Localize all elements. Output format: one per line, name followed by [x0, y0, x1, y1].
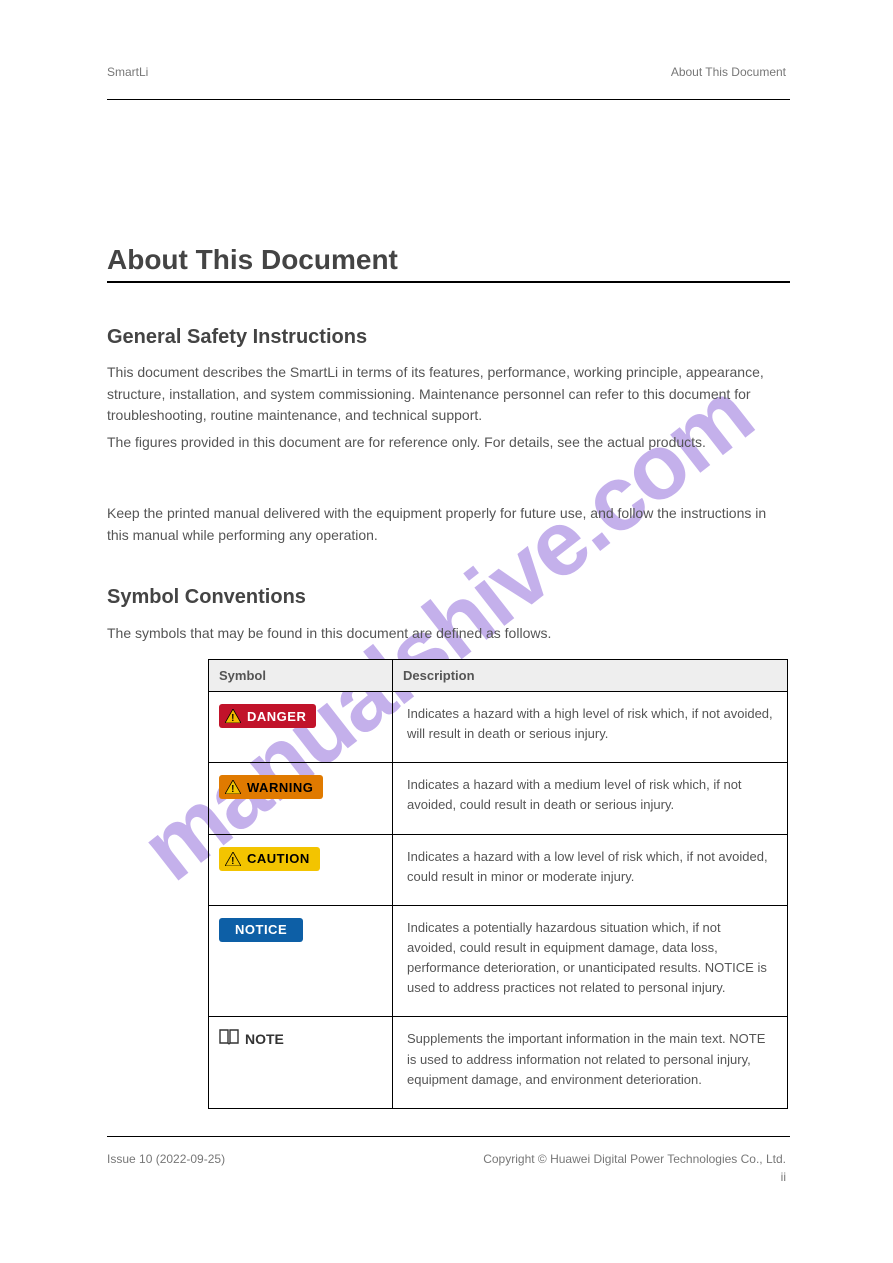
header-left-text: SmartLi [107, 65, 148, 79]
badge-notice: NOTICE [219, 918, 303, 942]
th-description: Description [393, 660, 788, 692]
footer-rule [107, 1136, 790, 1137]
badge-caution-label: CAUTION [247, 851, 310, 866]
general-para-2: The figures provided in this document ar… [107, 432, 790, 454]
chapter-title: About This Document [107, 244, 398, 276]
chapter-rule [107, 281, 790, 283]
badge-caution: ! CAUTION [219, 847, 320, 871]
badge-warning-label: WARNING [247, 780, 313, 795]
cell-symbol-notice: NOTICE [209, 905, 393, 1017]
svg-text:!: ! [231, 713, 235, 723]
badge-danger-label: DANGER [247, 709, 306, 724]
book-icon [219, 1029, 239, 1048]
table-row: ! WARNING Indicates a hazard with a medi… [209, 763, 788, 834]
table-row: NOTE Supplements the important informati… [209, 1017, 788, 1108]
cell-symbol-danger: ! DANGER [209, 692, 393, 763]
cell-symbol-note: NOTE [209, 1017, 393, 1108]
cell-desc-caution: Indicates a hazard with a low level of r… [393, 834, 788, 905]
section-symbols-title: Symbol Conventions [107, 586, 306, 609]
warning-triangle-icon: ! [225, 709, 241, 723]
section-general-title: General Safety Instructions [107, 326, 367, 349]
cell-symbol-warning: ! WARNING [209, 763, 393, 834]
svg-text:!: ! [231, 784, 235, 794]
table-row: ! CAUTION Indicates a hazard with a low … [209, 834, 788, 905]
badge-warning: ! WARNING [219, 775, 323, 799]
footer-copyright: Copyright © Huawei Digital Power Technol… [483, 1152, 786, 1166]
badge-note-label: NOTE [245, 1031, 284, 1047]
svg-text:!: ! [231, 856, 235, 866]
symbols-intro: The symbols that may be found in this do… [107, 623, 790, 645]
footer-issue: Issue 10 (2022-09-25) [107, 1152, 225, 1166]
cell-desc-warning: Indicates a hazard with a medium level o… [393, 763, 788, 834]
warning-triangle-icon: ! [225, 780, 241, 794]
badge-note: NOTE [219, 1029, 284, 1048]
warning-triangle-icon: ! [225, 852, 241, 866]
cell-desc-danger: Indicates a hazard with a high level of … [393, 692, 788, 763]
general-para-1: This document describes the SmartLi in t… [107, 362, 790, 427]
table-row: NOTICE Indicates a potentially hazardous… [209, 905, 788, 1017]
cell-symbol-caution: ! CAUTION [209, 834, 393, 905]
table-header-row: Symbol Description [209, 660, 788, 692]
page: SmartLi About This Document manualshive.… [0, 0, 893, 1263]
cell-desc-notice: Indicates a potentially hazardous situat… [393, 905, 788, 1017]
cell-desc-note: Supplements the important information in… [393, 1017, 788, 1108]
header-rule [107, 99, 790, 100]
symbols-table: Symbol Description ! DANGER Indicates a … [208, 659, 788, 1109]
th-symbol: Symbol [209, 660, 393, 692]
badge-danger: ! DANGER [219, 704, 316, 728]
footer-page: ii [781, 1170, 786, 1184]
header-right-text: About This Document [671, 65, 786, 79]
general-para-3: Keep the printed manual delivered with t… [107, 503, 790, 546]
table-row: ! DANGER Indicates a hazard with a high … [209, 692, 788, 763]
badge-notice-label: NOTICE [235, 922, 287, 937]
